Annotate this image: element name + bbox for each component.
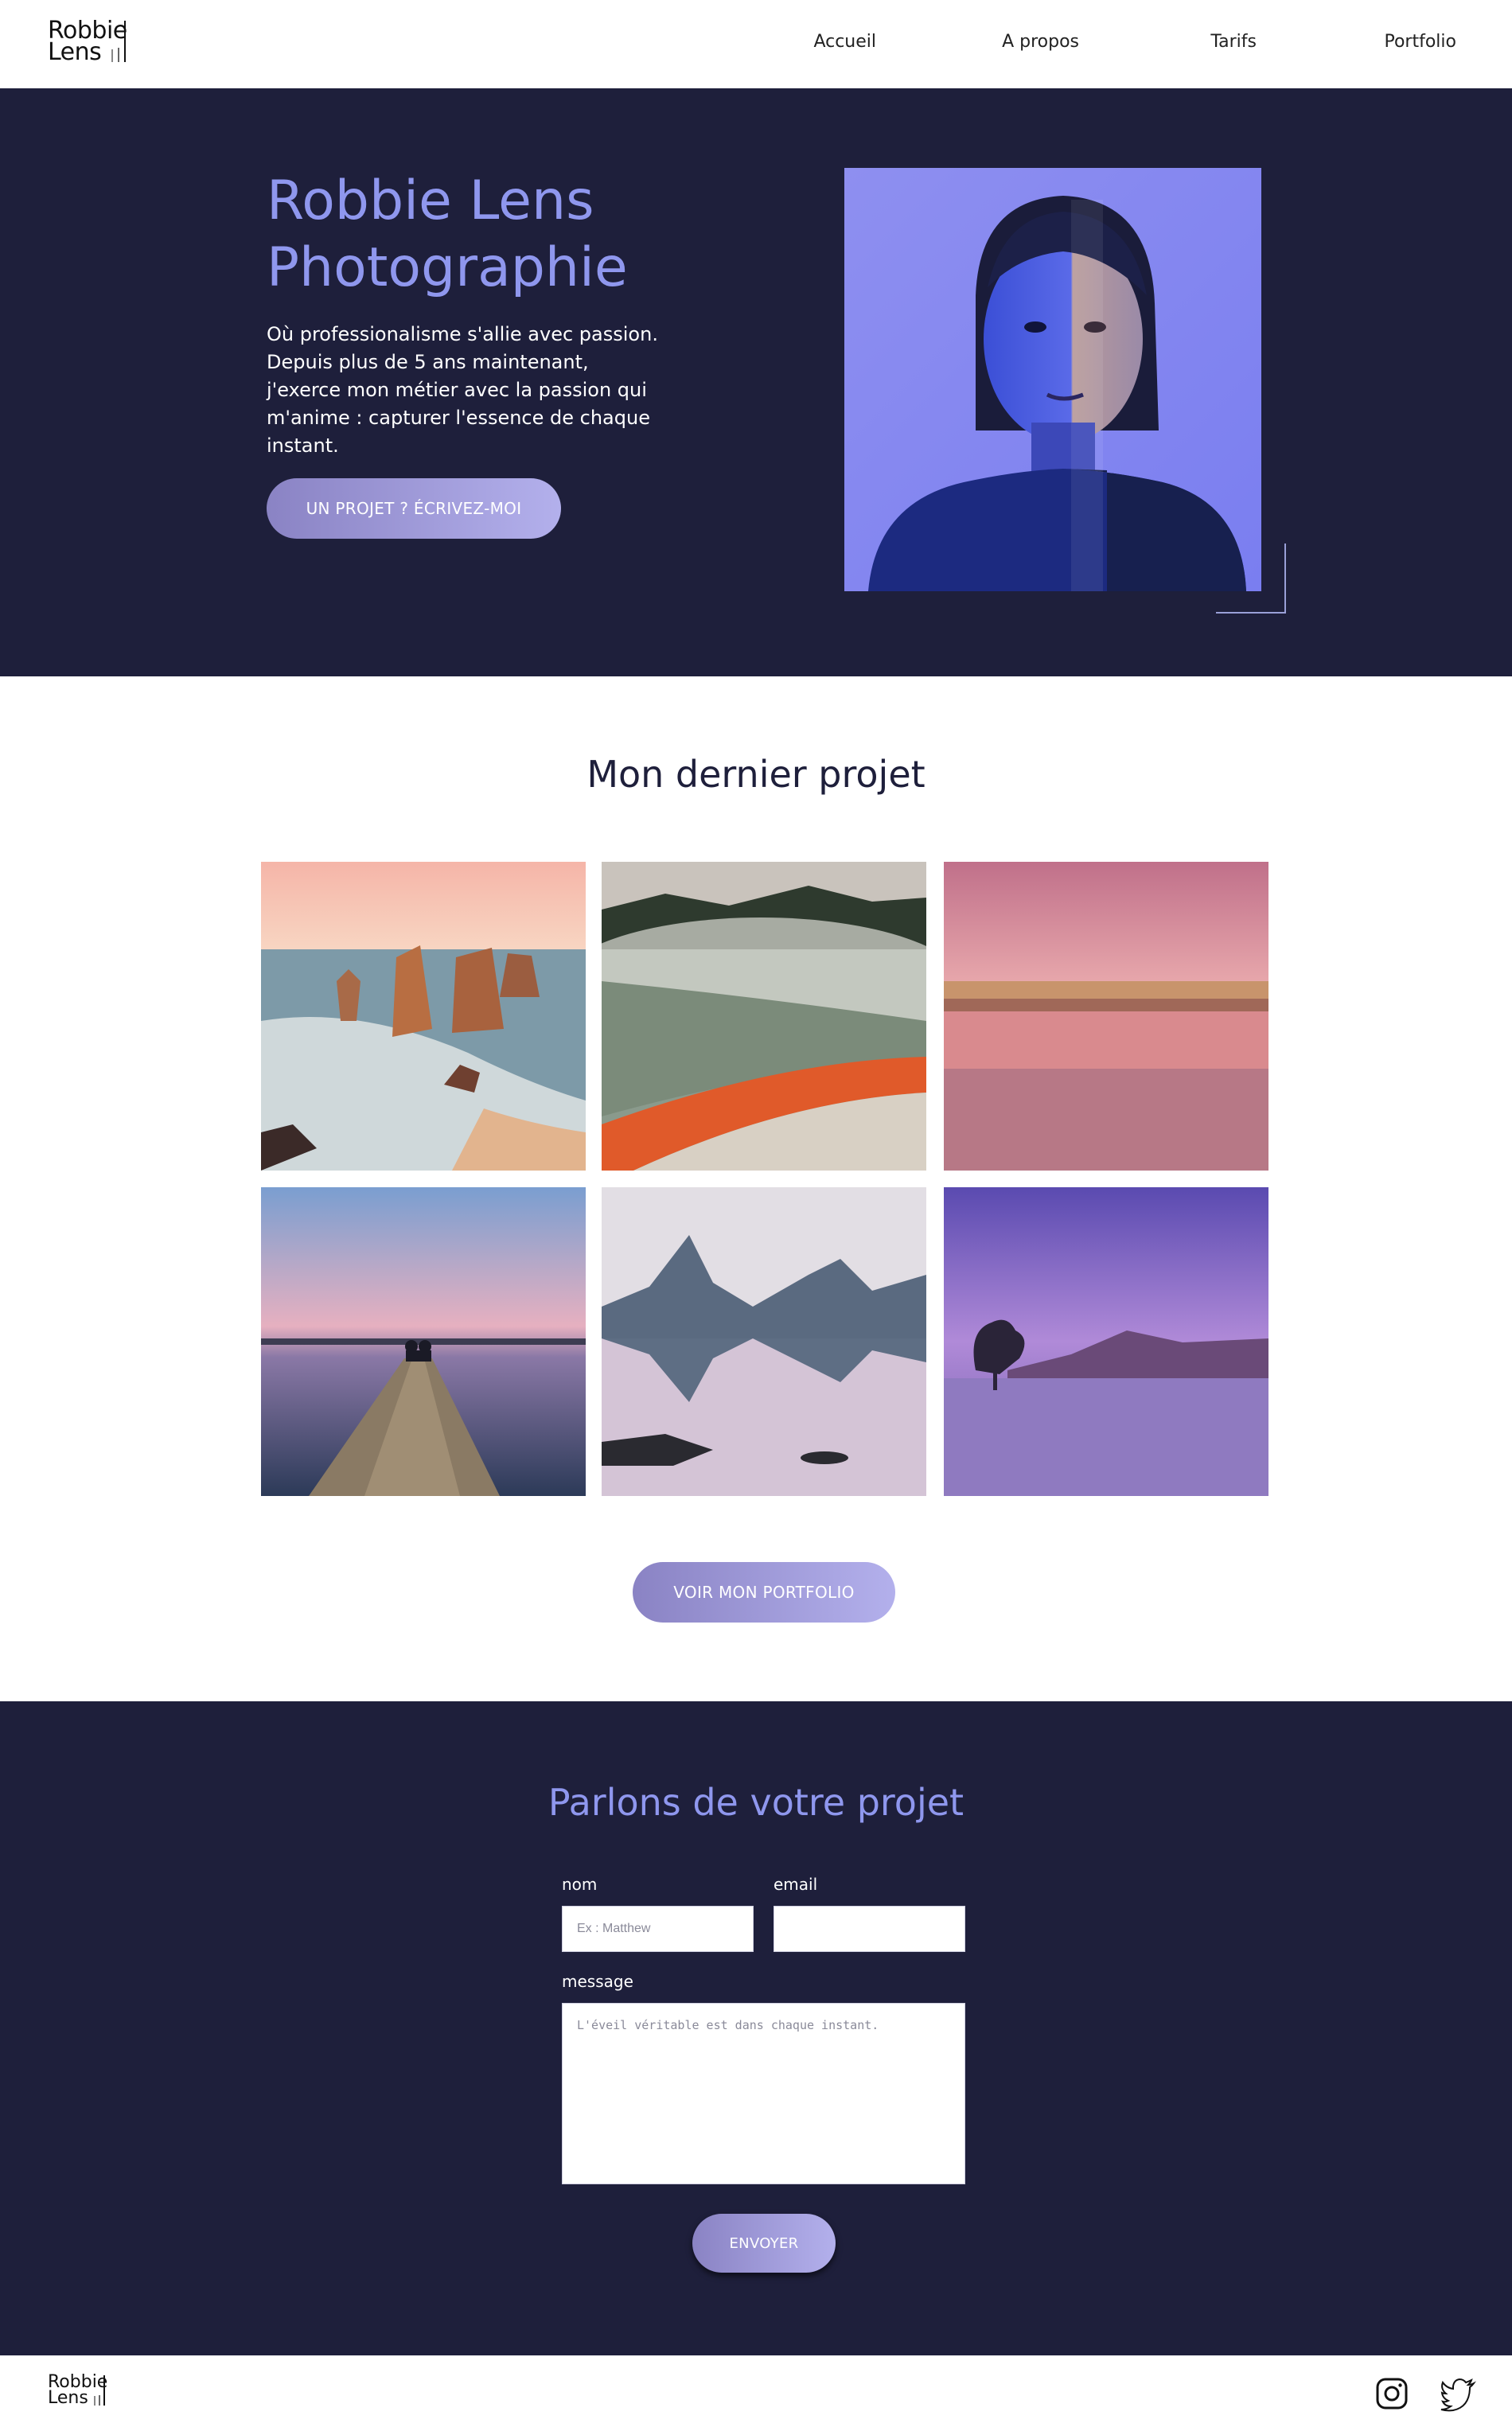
logo-bars-icon xyxy=(110,21,132,62)
footer-logo-line-2: Lens xyxy=(48,2388,88,2408)
gallery-photo-pink-lake[interactable] xyxy=(944,862,1268,1171)
footer-logo-bars-icon xyxy=(94,2375,110,2406)
nav-portfolio[interactable]: Portfolio xyxy=(1384,32,1456,52)
contact-section-title: Parlons de votre projet xyxy=(548,1781,964,1824)
hero-title-line-2: Photographie xyxy=(267,236,628,299)
footer-logo[interactable]: Robbie Lens xyxy=(48,2374,111,2413)
name-input[interactable] xyxy=(562,1906,754,1952)
send-button[interactable]: ENVOYER xyxy=(692,2214,836,2273)
portfolio-button[interactable]: VOIR MON PORTFOLIO xyxy=(633,1562,895,1623)
logo[interactable]: Robbie Lens xyxy=(48,19,135,65)
gallery-photo-hot-spring[interactable] xyxy=(602,862,926,1171)
message-textarea[interactable] xyxy=(562,2003,965,2184)
portrait-photo xyxy=(844,168,1261,591)
nav-tarifs[interactable]: Tarifs xyxy=(1210,32,1257,52)
email-label: email xyxy=(774,1875,818,1894)
hero-section: Robbie Lens Photographie Où professional… xyxy=(0,88,1512,676)
contact-cta-button[interactable]: UN PROJET ? ÉCRIVEZ-MOI xyxy=(267,478,561,539)
site-footer: Robbie Lens xyxy=(0,2355,1512,2431)
nav-accueil[interactable]: Accueil xyxy=(813,32,876,52)
gallery-photo-mountains[interactable] xyxy=(602,1187,926,1496)
twitter-icon[interactable] xyxy=(1439,2375,1477,2413)
instagram-icon[interactable] xyxy=(1373,2375,1411,2413)
gallery-photo-lone-tree[interactable] xyxy=(944,1187,1268,1496)
message-label: message xyxy=(562,1972,633,1991)
logo-line-2: Lens xyxy=(48,38,102,66)
contact-section: Parlons de votre projet nom email messag… xyxy=(0,1701,1512,2355)
hero-title-line-1: Robbie Lens xyxy=(267,169,594,232)
name-label: nom xyxy=(562,1875,598,1894)
hero-description: Où professionalisme s'allie avec passion… xyxy=(267,323,658,457)
email-input[interactable] xyxy=(774,1906,965,1952)
gallery-photo-pier[interactable] xyxy=(261,1187,586,1496)
nav-a-propos[interactable]: A propos xyxy=(1002,32,1079,52)
project-gallery xyxy=(261,862,1268,1496)
project-section-title: Mon dernier projet xyxy=(586,753,926,796)
gallery-photo-sea-stacks[interactable] xyxy=(261,862,586,1171)
site-header: Robbie Lens Accueil A propos Tarifs Port… xyxy=(0,0,1512,88)
hero-title: Robbie Lens Photographie xyxy=(267,168,712,302)
